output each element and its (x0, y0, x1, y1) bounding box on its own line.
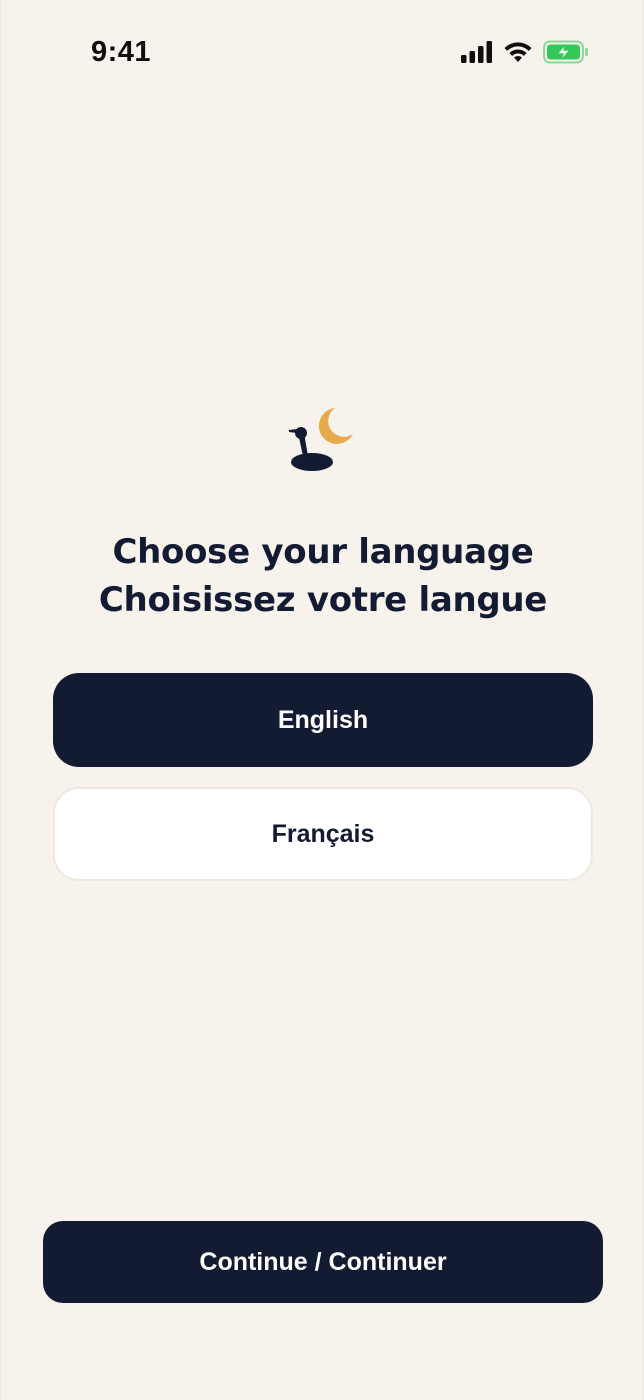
status-icons (461, 38, 589, 66)
telescope-moon-logo-icon (289, 408, 353, 471)
language-option-english[interactable]: English (53, 673, 593, 767)
status-time: 9:41 (91, 36, 152, 68)
signal-icon (461, 41, 492, 63)
language-option-french[interactable]: Français (53, 787, 593, 881)
page-title: Choose your language Choisissez votre la… (1, 528, 644, 624)
status-bar: 9:41 (1, 0, 644, 100)
wifi-icon (504, 42, 532, 62)
continue-button[interactable]: Continue / Continuer (43, 1221, 603, 1303)
title-french: Choisissez votre langue (98, 580, 548, 620)
battery-charging-icon (543, 40, 588, 64)
language-selection-screen: 9:41 Choose your language Choisissez vot… (0, 0, 644, 1400)
title-english: Choose your language (112, 532, 534, 572)
